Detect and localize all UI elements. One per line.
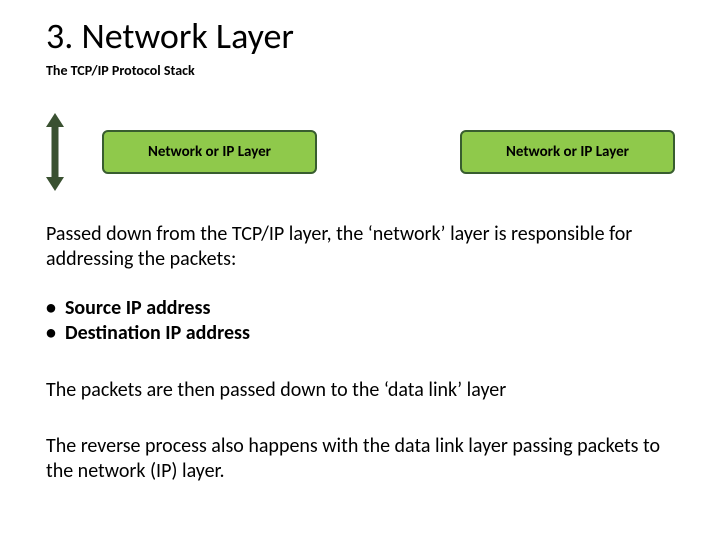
bullet-item-text: Source IP address: [56, 296, 210, 320]
bullet-item: •Source IP address: [46, 296, 684, 321]
vertical-double-arrow-icon: [46, 113, 64, 191]
paragraph-passdown: The packets are then passed down to the …: [46, 378, 684, 403]
paragraph-intro: Passed down from the TCP/IP layer, the ‘…: [46, 222, 684, 272]
page-title: 3. Network Layer: [46, 14, 294, 58]
layer-box-left-label: Network or IP Layer: [148, 143, 271, 161]
bullet-item-text: Destination IP address: [56, 321, 250, 345]
layer-box-right: Network or IP Layer: [460, 130, 675, 174]
bullet-list: •Source IP address •Destination IP addre…: [46, 296, 684, 346]
slide: 3. Network Layer The TCP/IP Protocol Sta…: [0, 0, 720, 540]
page-subtitle: The TCP/IP Protocol Stack: [46, 62, 195, 79]
layer-box-left: Network or IP Layer: [102, 130, 317, 174]
paragraph-reverse: The reverse process also happens with th…: [46, 434, 684, 484]
bullet-item: •Destination IP address: [46, 321, 684, 346]
layer-box-right-label: Network or IP Layer: [506, 143, 629, 161]
